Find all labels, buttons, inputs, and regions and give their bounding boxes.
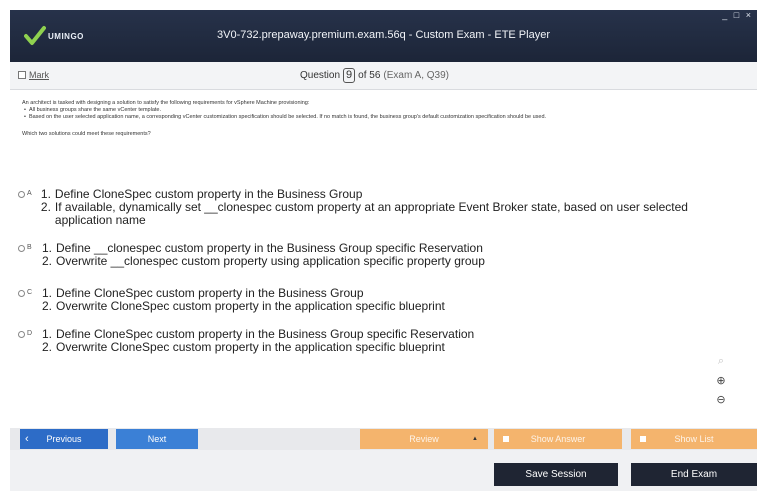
window-title: 3V0-732.prepaway.premium.exam.56q - Cust… bbox=[217, 29, 550, 41]
previous-button[interactable]: ‹ Previous bbox=[20, 429, 108, 449]
mark-label[interactable]: Mark bbox=[29, 70, 49, 80]
option-steps: 1. Define CloneSpec custom property in th… bbox=[41, 188, 748, 227]
show-list-button[interactable]: Show List bbox=[631, 429, 757, 449]
step-number: 2. bbox=[42, 299, 53, 313]
question-label: Question bbox=[300, 70, 341, 81]
question-header: Mark Question 9 of 56 (Exam A, Q39) bbox=[10, 62, 757, 90]
option-steps: 1. Define CloneSpec custom property in th… bbox=[42, 287, 445, 313]
option-radio-d[interactable]: D bbox=[18, 328, 42, 354]
answer-option-d[interactable]: D 1. Define CloneSpec custom property in … bbox=[18, 328, 748, 354]
next-label: Next bbox=[147, 434, 167, 444]
title-bar: UMINGO 3V0-732.prepaway.premium.exam.56q… bbox=[10, 10, 757, 62]
checkbox-icon[interactable] bbox=[503, 436, 509, 442]
option-letter: B bbox=[27, 244, 32, 251]
step-number: 2. bbox=[42, 254, 53, 268]
next-button[interactable]: Next bbox=[116, 429, 198, 449]
option-radio-c[interactable]: C bbox=[18, 287, 42, 313]
checkbox-icon[interactable] bbox=[18, 71, 26, 79]
step-number: 2. bbox=[42, 340, 53, 354]
option-steps: 1. Define __clonespec custom property in … bbox=[42, 242, 485, 268]
option-radio-b[interactable]: B bbox=[18, 242, 42, 268]
zoom-in-icon[interactable]: ⊕ bbox=[714, 374, 728, 387]
navigation-bar: ‹ Previous Next Review ▲ Show Answer Sho… bbox=[10, 428, 757, 450]
show-answer-button[interactable]: Show Answer bbox=[494, 429, 622, 449]
radio-icon[interactable] bbox=[18, 331, 25, 338]
answer-option-c[interactable]: C 1. Define CloneSpec custom property in … bbox=[18, 287, 748, 313]
show-list-label: Show List bbox=[674, 434, 714, 444]
answer-option-a[interactable]: A 1. Define CloneSpec custom property in … bbox=[18, 188, 748, 227]
review-button[interactable]: Review ▲ bbox=[360, 429, 488, 449]
previous-label: Previous bbox=[46, 434, 82, 444]
option-steps: 1. Define CloneSpec custom property in th… bbox=[42, 328, 474, 354]
requirement-item: All business groups share the same vCent… bbox=[24, 107, 747, 114]
question-reference: (Exam A, Q39) bbox=[383, 70, 449, 81]
option-letter: A bbox=[27, 190, 32, 197]
window-controls[interactable]: _ □ × bbox=[722, 10, 753, 20]
option-letter: D bbox=[27, 330, 33, 337]
question-total: of 56 bbox=[358, 70, 381, 81]
radio-icon[interactable] bbox=[18, 245, 25, 252]
question-number-field[interactable]: 9 bbox=[343, 68, 356, 83]
step-text: Overwrite __clonespec custom property us… bbox=[56, 254, 485, 268]
mark-checkbox[interactable]: Mark bbox=[18, 70, 49, 80]
question-counter: Question 9 of 56 (Exam A, Q39) bbox=[300, 68, 449, 83]
option-step: 2. If available, dynamically set __clones… bbox=[41, 201, 748, 227]
save-session-button[interactable]: Save Session bbox=[494, 463, 618, 486]
step-text: If available, dynamically set __clonespe… bbox=[54, 200, 688, 227]
radio-icon[interactable] bbox=[18, 191, 25, 198]
option-radio-a[interactable]: A bbox=[18, 188, 41, 227]
step-text: Overwrite CloneSpec custom property in t… bbox=[56, 340, 445, 354]
zoom-out-icon[interactable]: ⊖ bbox=[714, 393, 728, 406]
review-label: Review bbox=[409, 434, 439, 444]
requirements-list: All business groups share the same vCent… bbox=[22, 107, 747, 121]
question-prompt: Which two solutions could meet these req… bbox=[22, 131, 151, 137]
checkbox-icon[interactable] bbox=[640, 436, 646, 442]
requirement-item: Based on the user selected application n… bbox=[24, 114, 747, 121]
step-text: Overwrite CloneSpec custom property in t… bbox=[56, 299, 445, 313]
answer-option-b[interactable]: B 1. Define __clonespec custom property i… bbox=[18, 242, 748, 268]
footer-bar: Save Session End Exam bbox=[10, 450, 757, 491]
chevron-left-icon: ‹ bbox=[25, 433, 29, 445]
caret-up-icon: ▲ bbox=[472, 436, 478, 442]
search-icon[interactable]: ⌕ bbox=[714, 355, 728, 368]
option-step: 2. Overwrite CloneSpec custom property in… bbox=[42, 341, 474, 354]
end-exam-button[interactable]: End Exam bbox=[631, 463, 757, 486]
question-text: An architect is tasked with designing a … bbox=[22, 100, 747, 138]
show-answer-label: Show Answer bbox=[530, 434, 586, 444]
radio-icon[interactable] bbox=[18, 290, 25, 297]
option-step: 2. Overwrite __clonespec custom property … bbox=[42, 255, 485, 268]
option-step: 2. Overwrite CloneSpec custom property in… bbox=[42, 300, 445, 313]
option-letter: C bbox=[27, 289, 33, 296]
question-intro: An architect is tasked with designing a … bbox=[22, 100, 310, 106]
step-number: 2. bbox=[40, 200, 51, 214]
